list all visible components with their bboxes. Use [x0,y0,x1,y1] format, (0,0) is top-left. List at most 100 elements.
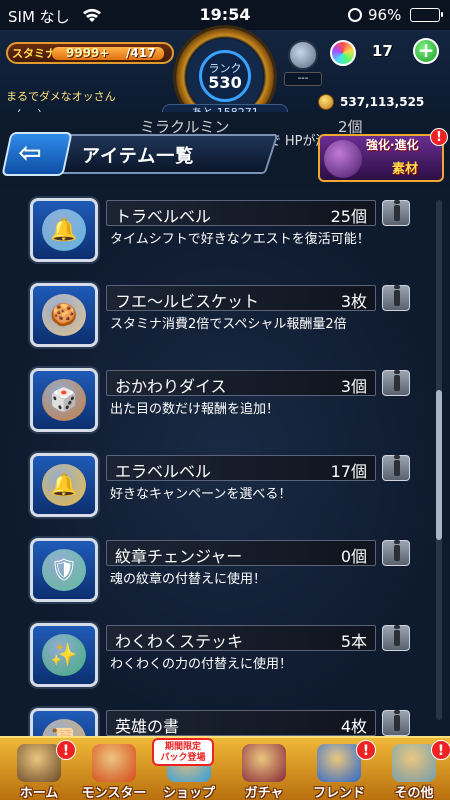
list-item[interactable]: 🍪 フエ～ルビスケット 3枚 スタミナ消費2倍でスペシャル報酬量2倍 [0,283,420,367]
nav-label: ホーム [19,786,59,800]
item-icon-frame[interactable]: 🛡 [30,538,98,602]
info-icon [394,200,400,221]
medal-icon[interactable] [288,40,318,70]
item-icon-frame[interactable]: 🎲 [30,368,98,432]
info-icon [394,710,400,731]
info-button[interactable] [382,455,410,481]
item-count: 4枚 [340,717,367,736]
scrollbar-thumb[interactable] [436,390,442,540]
info-icon [394,285,400,306]
page-title: アイテム一覧 [82,146,195,167]
item-desc: わくわくの力の付替えに使用！ [110,657,293,672]
item-name-bar: わくわくステッキ 5本 [106,625,376,651]
friend-icon [317,744,361,782]
back-arrow-icon: ⇦ [18,136,42,169]
stamina-value: 9999+ [66,46,110,60]
item-icon-frame[interactable]: 📜 [30,708,98,736]
list-item[interactable]: 📜 英雄の書 4枚 英雄の証の付替え可能！ [0,708,420,736]
info-button[interactable] [382,370,410,396]
materials-label: 素材 [392,162,419,177]
item-count: 3個 [340,377,367,396]
item-desc: 出た目の数だけ報酬を追加！ [110,402,280,417]
item-icon-frame[interactable]: 🔔 [30,198,98,262]
info-button[interactable] [382,625,410,651]
stamina-label: スタミナ [12,47,56,60]
scroll-icon: 📜 [42,719,86,736]
info-button[interactable] [382,200,410,226]
alert-icon: ! [431,740,450,760]
info-button[interactable] [382,710,410,736]
game-header: スタミナ 9999+ /417 まるでダメなオッさん （ ◡ ） ランク 530… [0,28,450,126]
item-name: おかわりダイス [115,377,227,396]
item-count: 17個 [330,462,367,481]
item-icon-frame[interactable]: 🍪 [30,283,98,347]
item-name-bar: トラベルベル 25個 [106,200,376,226]
player-name: まるでダメなオッさん [6,90,116,103]
nav-label: ショップ [162,786,215,800]
nav-monster[interactable]: モンスター [71,742,157,800]
item-name: フエ～ルビスケット [115,292,260,311]
monster-portrait-icon [324,140,362,178]
nav-other[interactable]: その他 ! [371,740,450,800]
scrollbar[interactable] [436,200,442,720]
monster-icon [92,744,136,782]
item-count: 5本 [340,632,367,651]
nav-label: その他 [394,786,434,800]
info-icon [394,625,400,646]
info-button[interactable] [382,285,410,311]
bell-icon: 🔔 [42,209,86,251]
list-item[interactable]: ✨ わくわくステッキ 5本 わくわくの力の付替えに使用！ [0,623,420,707]
stamina-meter[interactable]: スタミナ 9999+ /417 [6,42,174,64]
limited-line1: 期間限定 [164,742,201,752]
rank-value: 530 [208,73,242,92]
limited-line2: パック登場 [160,753,206,763]
list-item[interactable]: 🔔 トラベルベル 25個 タイムシフトで好きなクエストを復活可能！ [0,198,420,282]
other-icon [392,744,436,782]
nav-label: モンスター [81,786,147,800]
item-name-bar: 英雄の書 4枚 [106,710,376,736]
page-title-bar: ⇦ アイテム一覧 [0,130,279,178]
gold-count: 537,113,525 [340,95,425,109]
wand-icon: ✨ [42,634,86,676]
nav-home[interactable]: ホーム ! [0,740,82,800]
add-orb-button[interactable]: + [413,38,439,64]
item-list[interactable]: 🔔 トラベルベル 25個 タイムシフトで好きなクエストを復活可能！ 🍪 フエ～ル… [0,186,450,736]
nav-label: ガチャ [244,786,284,800]
item-name-bar: おかわりダイス 3個 [106,370,376,396]
nav-gacha[interactable]: ガチャ [221,742,307,800]
item-count: 0個 [340,547,367,566]
list-item[interactable]: 🔔 エラベルベル 17個 好きなキャンペーンを選べる！ [0,453,420,537]
item-name: トラベルベル [115,207,212,226]
back-button[interactable]: ⇦ [1,132,73,176]
biscuit-icon: 🍪 [42,294,86,336]
orb-count: 17 [372,42,393,60]
item-name-bar: 紋章チェンジャー 0個 [106,540,376,566]
item-icon-frame[interactable]: ✨ [30,623,98,687]
item-name: 英雄の書 [115,717,180,736]
item-desc: 魂の紋章の付替えに使用！ [110,572,267,587]
list-item[interactable]: 🛡 紋章チェンジャー 0個 魂の紋章の付替えに使用！ [0,538,420,622]
dice-icon: 🎲 [42,379,86,421]
item-count: 3枚 [340,292,367,311]
battery-icon [410,8,443,22]
upgrade-materials-button[interactable]: 強化·進化 素材 ! [318,128,448,182]
upgrade-label: 強化·進化 [366,138,419,152]
emblem-icon: 🛡 [42,549,86,591]
status-bar: SIM なし 19:54 96% [0,0,450,30]
info-icon [394,540,400,561]
item-name: わくわくステッキ [115,632,244,651]
item-desc: 好きなキャンペーンを選べる！ [110,487,292,502]
bottom-nav: ホーム ! モンスター ショップ ガチャ フレンド ! その他 ! [0,736,450,800]
nav-friend[interactable]: フレンド ! [296,740,382,800]
info-icon [394,370,400,391]
gold-coin-icon [318,94,334,110]
rank-inner: ランク 530 [199,50,251,102]
info-button[interactable] [382,540,410,566]
item-desc: スタミナ消費2倍でスペシャル報酬量2倍 [110,317,347,332]
item-count: 25個 [330,207,367,226]
item-name: 紋章チェンジャー [115,547,243,566]
orb-icon[interactable] [330,40,356,66]
list-item[interactable]: 🎲 おかわりダイス 3個 出た目の数だけ報酬を追加！ [0,368,420,452]
item-icon-frame[interactable]: 🔔 [30,453,98,517]
item-desc: タイムシフトで好きなクエストを復活可能！ [110,232,370,247]
